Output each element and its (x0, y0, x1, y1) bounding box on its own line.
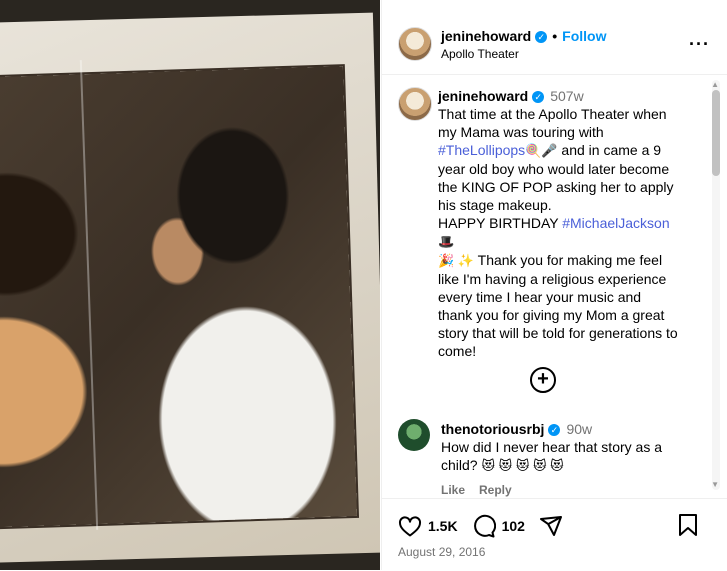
caption-time[interactable]: 507w (550, 88, 583, 104)
comment-count[interactable]: 102 (502, 518, 525, 534)
caption-text: That time at the Apollo Theater when my … (438, 106, 667, 140)
caption-emoji: 🍭🎤 (525, 143, 558, 158)
comment-time[interactable]: 90w (566, 421, 592, 437)
comment-reply-button[interactable]: Reply (479, 483, 512, 497)
action-bar: 1.5K 102 (398, 513, 583, 539)
post-content: jeninehoward ✓ 507w That time at the Apoll… (382, 75, 727, 497)
caption-text: Thank you for making me feel like I'm ha… (438, 252, 678, 359)
comment-button[interactable]: 102 (472, 514, 525, 538)
bookmark-icon (679, 514, 697, 536)
comment-icon (473, 514, 496, 538)
photo-print (0, 66, 357, 528)
verified-icon: ✓ (532, 91, 545, 103)
comment-emojis: 😻 😻 😻 😻 😻 (481, 458, 564, 473)
like-button[interactable]: 1.5K (398, 515, 458, 537)
caption-avatar[interactable] (398, 87, 432, 121)
caption-emoji: 🎩 (438, 234, 455, 249)
like-count[interactable]: 1.5K (428, 518, 458, 534)
comment-like-button[interactable]: Like (441, 483, 465, 497)
share-icon (539, 516, 562, 536)
author-username[interactable]: jeninehoward (441, 28, 531, 44)
author-avatar[interactable] (398, 27, 432, 61)
header-username-row: jeninehoward ✓ • Follow (441, 28, 606, 44)
post-footer: 1.5K 102 August 29, 2016 (382, 498, 727, 571)
hashtag-link[interactable]: #TheLollipops (438, 142, 525, 158)
comment: thenotoriousrbj ✓ 90w How did I never hear… (441, 420, 681, 475)
hashtag-link[interactable]: #MichaelJackson (562, 215, 669, 231)
caption-username[interactable]: jeninehoward (438, 88, 528, 104)
save-button[interactable] (678, 513, 698, 542)
post-location[interactable]: Apollo Theater (441, 47, 519, 61)
more-icon[interactable]: ··· (689, 34, 710, 55)
scroll-up-arrow-icon[interactable]: ▲ (711, 80, 719, 89)
scrollbar-thumb[interactable] (712, 90, 720, 176)
commenter-avatar[interactable] (398, 419, 430, 451)
post-date[interactable]: August 29, 2016 (398, 545, 485, 559)
verified-icon: ✓ (535, 31, 548, 43)
caption: jeninehoward ✓ 507w That time at the Apoll… (438, 87, 678, 360)
add-comments-icon[interactable]: + (530, 367, 556, 393)
share-button[interactable] (539, 514, 569, 538)
comment-actions: Like Reply (441, 483, 526, 497)
caption-emoji: 🎉 ✨ (438, 253, 474, 268)
verified-icon: ✓ (548, 424, 561, 436)
scroll-down-arrow-icon[interactable]: ▼ (711, 480, 719, 489)
follow-button[interactable]: Follow (562, 28, 606, 44)
separator-dot: • (552, 28, 558, 44)
post-header: jeninehoward ✓ • Follow Apollo Theater ··· (382, 12, 727, 75)
post-panel: jeninehoward ✓ • Follow Apollo Theater ··· … (381, 0, 727, 570)
post-photo[interactable] (0, 0, 380, 570)
caption-text: HAPPY BIRTHDAY (438, 215, 563, 231)
comment-username[interactable]: thenotoriousrbj (441, 421, 544, 437)
heart-icon (398, 516, 422, 537)
